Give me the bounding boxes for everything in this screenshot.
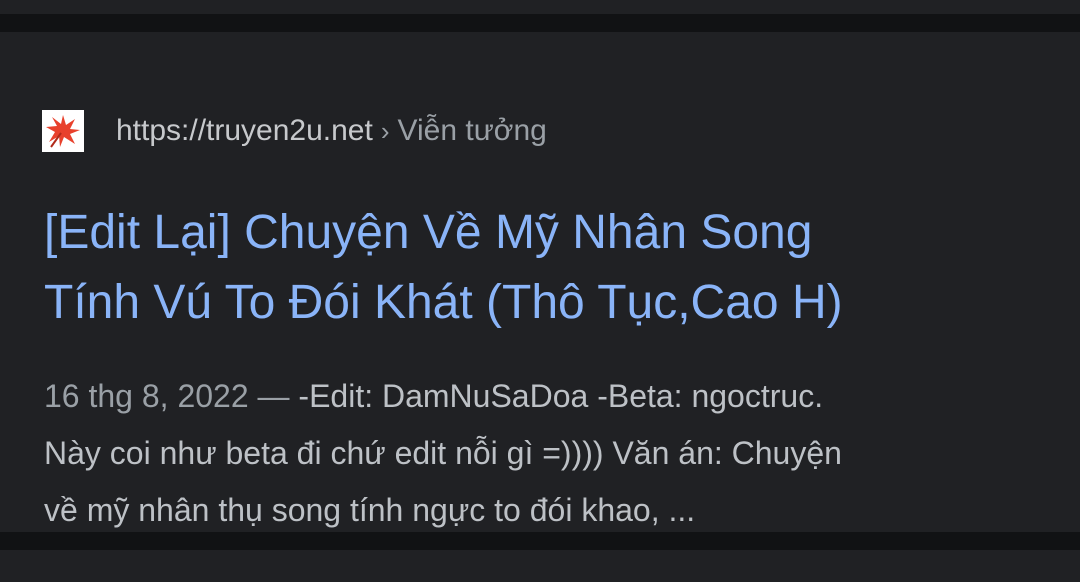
search-result-card[interactable]: https://truyen2u.net › Viễn tưởng [Edit …: [0, 32, 1080, 532]
result-title-line-2[interactable]: Tính Vú To Đói Khát (Thô Tục,Cao H): [44, 268, 1044, 338]
snippet-line-3: về mỹ nhân thụ song tính ngực to đói kha…: [44, 492, 696, 528]
search-results-page: https://truyen2u.net › Viễn tưởng [Edit …: [0, 0, 1080, 582]
result-breadcrumb-category: Viễn tưởng: [397, 114, 547, 147]
result-date: 16 thg 8, 2022: [44, 378, 249, 414]
result-title-link[interactable]: [Edit Lại] Chuyện Về Mỹ Nhân Song Tính V…: [44, 198, 1044, 338]
result-snippet: 16 thg 8, 2022 — -Edit: DamNuSaDoa -Beta…: [44, 368, 1044, 539]
previous-result-card-edge: [0, 0, 1080, 14]
snippet-line-1: 16 thg 8, 2022 — -Edit: DamNuSaDoa -Beta…: [44, 368, 1044, 425]
site-favicon-graphic: [46, 115, 80, 148]
breadcrumb-separator: ›: [380, 115, 390, 146]
red-maple-leaf-icon: [42, 110, 84, 152]
snippet-line-2: Này coi như beta đi chứ edit nỗi gì =)))…: [44, 435, 842, 471]
card-divider: [0, 532, 1080, 550]
snippet-line-1-text: -Edit: DamNuSaDoa -Beta: ngoctruc.: [298, 378, 824, 414]
result-title-line-1[interactable]: [Edit Lại] Chuyện Về Mỹ Nhân Song: [44, 198, 1044, 268]
date-dash: —: [248, 378, 299, 414]
next-result-card-edge: [0, 550, 1080, 582]
card-divider: [0, 14, 1080, 32]
result-source-row[interactable]: https://truyen2u.net › Viễn tưởng: [42, 110, 547, 152]
result-url[interactable]: https://truyen2u.net: [116, 114, 373, 148]
